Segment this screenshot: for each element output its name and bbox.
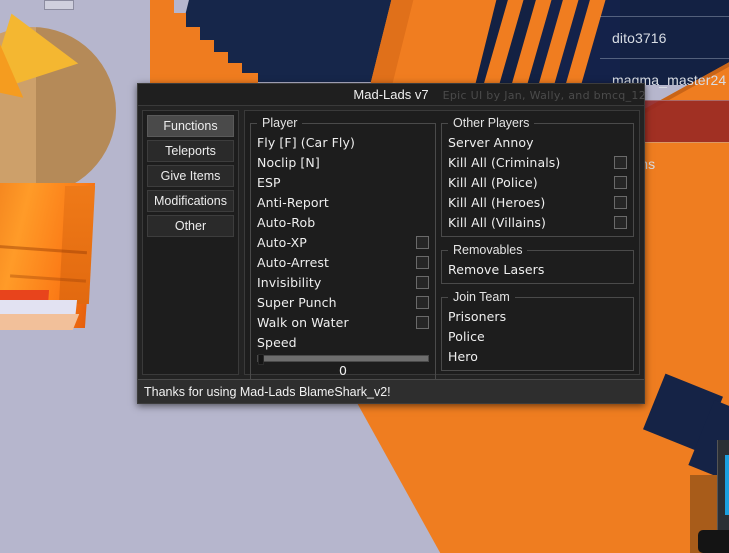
option-auto-rob[interactable]: Auto-Rob bbox=[257, 212, 429, 232]
option-speed[interactable]: Speed bbox=[257, 332, 429, 352]
option-label: Auto-Rob bbox=[257, 214, 316, 230]
window-body: Functions Teleports Give Items Modificat… bbox=[138, 106, 644, 383]
checkbox[interactable] bbox=[614, 195, 627, 209]
group-player: Player Fly [F] (Car Fly) Noclip [N] ESP bbox=[250, 116, 436, 383]
checkbox[interactable] bbox=[614, 215, 627, 229]
option-anti-report[interactable]: Anti-Report bbox=[257, 192, 429, 212]
option-label: Server Annoy bbox=[448, 134, 534, 150]
sidebar-item-teleports[interactable]: Teleports bbox=[147, 140, 234, 162]
sidebar-item-functions[interactable]: Functions bbox=[147, 115, 234, 137]
option-label: Kill All (Villains) bbox=[448, 214, 546, 230]
option-noclip[interactable]: Noclip [N] bbox=[257, 152, 429, 172]
option-join-police[interactable]: Police bbox=[448, 326, 627, 346]
player-list-header bbox=[600, 0, 729, 16]
checkbox[interactable] bbox=[614, 175, 627, 189]
group-join-team: Join Team Prisoners Police Hero bbox=[441, 290, 634, 371]
slider-track[interactable] bbox=[257, 354, 429, 365]
option-label: Prisoners bbox=[448, 308, 507, 324]
sidebar-item-other[interactable]: Other bbox=[147, 215, 234, 237]
slider-thumb[interactable] bbox=[258, 354, 264, 365]
option-kill-all-villains[interactable]: Kill All (Villains) bbox=[448, 212, 627, 232]
sidebar-item-label: Other bbox=[174, 219, 207, 233]
checkbox[interactable] bbox=[416, 255, 429, 269]
option-label: Police bbox=[448, 328, 485, 344]
window-titlebar[interactable]: Mad-Lads v7 Epic UI by Jan, Wally, and b… bbox=[138, 84, 646, 106]
option-label: Super Punch bbox=[257, 294, 337, 310]
option-label: Kill All (Heroes) bbox=[448, 194, 546, 210]
option-label: Kill All (Criminals) bbox=[448, 154, 561, 170]
right-edge-button[interactable] bbox=[698, 530, 729, 553]
sidebar-item-modifications[interactable]: Modifications bbox=[147, 190, 234, 212]
option-kill-all-police[interactable]: Kill All (Police) bbox=[448, 172, 627, 192]
group-removables: Removables Remove Lasers bbox=[441, 243, 634, 284]
option-label: Remove Lasers bbox=[448, 261, 545, 277]
character-shoe-base bbox=[0, 314, 80, 330]
option-auto-xp[interactable]: Auto-XP bbox=[257, 232, 429, 252]
option-esp[interactable]: ESP bbox=[257, 172, 429, 192]
option-label: Auto-XP bbox=[257, 234, 307, 250]
option-label: Walk on Water bbox=[257, 314, 349, 330]
character-arm bbox=[58, 186, 96, 304]
option-auto-arrest[interactable]: Auto-Arrest bbox=[257, 252, 429, 272]
sidebar: Functions Teleports Give Items Modificat… bbox=[142, 110, 239, 375]
option-label: Fly [F] (Car Fly) bbox=[257, 134, 355, 150]
sidebar-item-label: Modifications bbox=[154, 194, 227, 208]
option-join-prisoners[interactable]: Prisoners bbox=[448, 306, 627, 326]
checkbox[interactable] bbox=[416, 315, 429, 329]
option-label: Hero bbox=[448, 348, 479, 364]
player-list-item[interactable]: dito3716 bbox=[600, 16, 729, 58]
right-edge-accent bbox=[725, 455, 729, 515]
window-credits: Epic UI by Jan, Wally, and bmcq_12 bbox=[442, 89, 646, 102]
option-remove-lasers[interactable]: Remove Lasers bbox=[448, 259, 627, 279]
option-fly[interactable]: Fly [F] (Car Fly) bbox=[257, 132, 429, 152]
group-join-team-legend: Join Team bbox=[453, 290, 510, 304]
group-other-players-legend: Other Players bbox=[453, 116, 530, 130]
sidebar-item-give-items[interactable]: Give Items bbox=[147, 165, 234, 187]
player-name: dito3716 bbox=[612, 29, 667, 46]
checkbox[interactable] bbox=[416, 275, 429, 289]
group-removables-legend: Removables bbox=[453, 243, 523, 257]
status-bar: Thanks for using Mad-Lads BlameShark_v2! bbox=[138, 379, 644, 403]
column-player: Player Fly [F] (Car Fly) Noclip [N] ESP bbox=[250, 116, 436, 383]
option-label: Speed bbox=[257, 334, 297, 350]
status-text: Thanks for using Mad-Lads BlameShark_v2! bbox=[144, 384, 391, 399]
sidebar-item-label: Functions bbox=[163, 119, 218, 133]
group-other-players: Other Players Server Annoy Kill All (Cri… bbox=[441, 116, 634, 237]
content-area: Player Fly [F] (Car Fly) Noclip [N] ESP bbox=[244, 110, 640, 383]
option-kill-all-heroes[interactable]: Kill All (Heroes) bbox=[448, 192, 627, 212]
option-super-punch[interactable]: Super Punch bbox=[257, 292, 429, 312]
option-walk-on-water[interactable]: Walk on Water bbox=[257, 312, 429, 332]
column-other: Other Players Server Annoy Kill All (Cri… bbox=[441, 116, 634, 371]
checkbox[interactable] bbox=[416, 235, 429, 249]
option-kill-all-criminals[interactable]: Kill All (Criminals) bbox=[448, 152, 627, 172]
option-label: Anti-Report bbox=[257, 194, 329, 210]
hud-icon bbox=[44, 0, 74, 10]
option-label: Noclip [N] bbox=[257, 154, 320, 170]
option-label: ESP bbox=[257, 174, 281, 190]
option-label: Kill All (Police) bbox=[448, 174, 538, 190]
sidebar-item-label: Teleports bbox=[165, 144, 216, 158]
speed-slider[interactable]: 0 bbox=[257, 352, 429, 378]
option-invisibility[interactable]: Invisibility bbox=[257, 272, 429, 292]
checkbox[interactable] bbox=[416, 295, 429, 309]
option-label: Auto-Arrest bbox=[257, 254, 330, 270]
sidebar-item-label: Give Items bbox=[160, 169, 221, 183]
option-label: Invisibility bbox=[257, 274, 322, 290]
orange-staircase bbox=[150, 0, 270, 90]
group-player-legend: Player bbox=[262, 116, 298, 130]
option-server-annoy[interactable]: Server Annoy bbox=[448, 132, 627, 152]
checkbox[interactable] bbox=[614, 155, 627, 169]
mad-lads-window: Mad-Lads v7 Epic UI by Jan, Wally, and b… bbox=[137, 83, 646, 404]
option-join-hero[interactable]: Hero bbox=[448, 346, 627, 366]
slider-value: 0 bbox=[339, 363, 347, 378]
